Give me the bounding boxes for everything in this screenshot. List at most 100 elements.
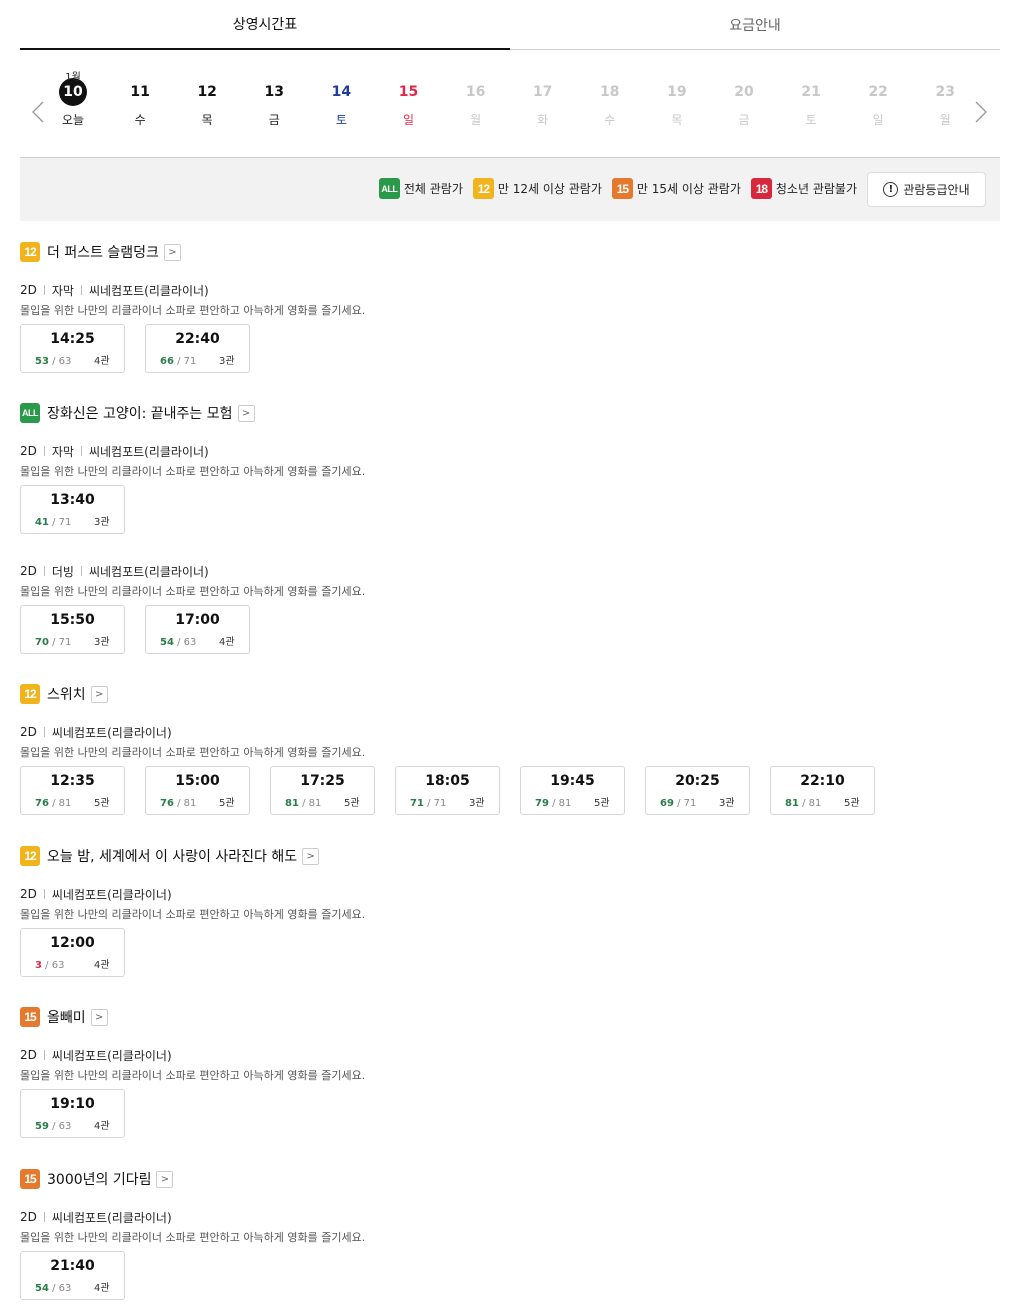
hall-label: 4관	[94, 356, 110, 367]
date-month	[120, 50, 160, 78]
date-item[interactable]: 14 토	[321, 50, 361, 128]
showtime-button[interactable]: 17:25 81 / 81 5관	[270, 766, 375, 815]
date-month	[657, 50, 697, 78]
hall-label: 3관	[719, 798, 735, 809]
prev-dates-button[interactable]	[30, 100, 46, 124]
next-dates-button[interactable]	[973, 100, 989, 124]
showtime-list: 19:10 59 / 63 4관	[20, 1089, 125, 1138]
format-divider	[80, 446, 82, 456]
format-tag: 2D	[20, 283, 37, 297]
hall-label: 5관	[594, 798, 610, 809]
movie-section: 12 스위치 >2D 씨네컴포트(리클라이너) 몰입을 위한 나만의 리클라이너 소파로…	[20, 683, 1000, 815]
screening-description: 몰입을 위한 나만의 리클라이너 소파로 편안하고 아늑하게 영화를 즐기세요.	[20, 1069, 366, 1082]
showtime-button[interactable]: 17:00 54 / 63 4관	[145, 605, 250, 654]
date-item[interactable]: 13 금	[254, 50, 294, 128]
format-tag: 2D	[20, 887, 37, 901]
date-item[interactable]: 12 목	[187, 50, 227, 128]
movie-detail-button[interactable]: >	[302, 847, 320, 865]
hall-label: 3관	[94, 517, 110, 528]
screening-description: 몰입을 위한 나만의 리클라이너 소파로 편안하고 아늑하게 영화를 즐기세요.	[20, 304, 366, 317]
seat-count: 81 / 81	[285, 798, 321, 809]
movie-detail-button[interactable]: >	[90, 1008, 108, 1026]
date-number: 19	[667, 84, 687, 100]
legend-label: 청소년 관람불가	[775, 182, 857, 196]
rating-guide-button[interactable]: ! 관람등급안내	[867, 172, 986, 207]
seat-count: 69 / 71	[660, 798, 696, 809]
date-number: 20	[734, 84, 754, 100]
chevron-left-icon	[32, 101, 44, 123]
showtime-button[interactable]: 12:00 3 / 63 4관	[20, 928, 125, 977]
showtime-list: 15:50 70 / 71 3관 17:00 54 / 63 4관	[20, 605, 250, 654]
format-tag: 씨네컴포트(리클라이너)	[88, 564, 209, 579]
date-item[interactable]: 1월10 오늘	[53, 50, 93, 128]
seats-remaining: 76	[160, 798, 174, 809]
showtime-button[interactable]: 19:45 79 / 81 5관	[520, 766, 625, 815]
seats-separator: /	[48, 356, 59, 367]
seats-total: 63	[51, 960, 65, 971]
format-tag: 자막	[51, 283, 74, 298]
date-number: 23	[935, 84, 956, 100]
date-weekday: 월	[470, 113, 482, 127]
movie-detail-button[interactable]: >	[237, 404, 255, 422]
movie-detail-button[interactable]: >	[90, 685, 108, 703]
showtime-button[interactable]: 19:10 59 / 63 4관	[20, 1089, 125, 1138]
seats-total: 71	[58, 517, 72, 528]
date-item: 19 목	[657, 50, 697, 128]
movie-detail-button[interactable]: >	[163, 243, 181, 261]
showtime-button[interactable]: 22:40 66 / 71 3관	[145, 324, 250, 373]
showtime-time: 12:35	[50, 773, 95, 789]
info-icon: !	[883, 182, 899, 197]
seats-separator: /	[48, 1121, 59, 1132]
rating-r12-icon: 12	[472, 178, 494, 199]
showtime-button[interactable]: 13:40 41 / 71 3관	[20, 485, 125, 534]
rating-r18-icon: 18	[750, 178, 772, 199]
showtime-time: 13:40	[50, 492, 95, 508]
showtime-time: 20:25	[675, 773, 720, 789]
screening-description: 몰입을 위한 나만의 리클라이너 소파로 편안하고 아늑하게 영화를 즐기세요.	[20, 465, 366, 478]
movie-title: 15 3000년의 기다림 >	[20, 1168, 1000, 1190]
date-item: 17 화	[523, 50, 563, 128]
hall-label: 3관	[219, 356, 235, 367]
date-weekday: 토	[335, 113, 347, 127]
format-tag: 자막	[51, 444, 74, 459]
date-item[interactable]: 11 수	[120, 50, 160, 128]
tab-pricing[interactable]: 요금안내	[510, 0, 1000, 49]
screening-format: 2D 더빙 씨네컴포트(리클라이너)	[20, 563, 209, 579]
seat-count: 59 / 63	[35, 1121, 71, 1132]
showtime-button[interactable]: 22:10 81 / 81 5관	[770, 766, 875, 815]
format-divider	[80, 285, 82, 295]
seat-count: 76 / 81	[35, 798, 71, 809]
seat-count: 53 / 63	[35, 356, 71, 367]
screening-description: 몰입을 위한 나만의 리클라이너 소파로 편안하고 아늑하게 영화를 즐기세요.	[20, 585, 366, 598]
showtime-button[interactable]: 15:50 70 / 71 3관	[20, 605, 125, 654]
seat-count: 41 / 71	[35, 517, 71, 528]
showtime-button[interactable]: 15:00 76 / 81 5관	[145, 766, 250, 815]
movie-name: 오늘 밤, 세계에서 이 사랑이 사라진다 해도	[47, 849, 298, 865]
date-number: 22	[868, 84, 888, 100]
hall-label: 5관	[94, 798, 110, 809]
movie-name: 올빼미	[47, 1010, 86, 1026]
seats-separator: /	[41, 960, 52, 971]
tab-showtimes[interactable]: 상영시간표	[20, 0, 510, 50]
date-month	[456, 50, 496, 78]
movie-detail-button[interactable]: >	[156, 1170, 174, 1188]
date-month	[858, 50, 898, 78]
seats-remaining: 69	[660, 798, 674, 809]
showtime-button[interactable]: 12:35 76 / 81 5관	[20, 766, 125, 815]
seats-remaining: 70	[35, 637, 49, 648]
showtime-time: 15:00	[175, 773, 220, 789]
date-item[interactable]: 15 일	[389, 50, 429, 128]
showtime-button[interactable]: 14:25 53 / 63 4관	[20, 324, 125, 373]
showtime-button[interactable]: 20:25 69 / 71 3관	[645, 766, 750, 815]
date-weekday: 수	[134, 113, 146, 127]
showtime-button[interactable]: 18:05 71 / 71 3관	[395, 766, 500, 815]
showtime-list: 21:40 54 / 63 4관	[20, 1251, 125, 1300]
seat-count: 54 / 63	[35, 1283, 71, 1294]
date-weekday: 금	[738, 113, 750, 127]
movie-title: 12 오늘 밤, 세계에서 이 사랑이 사라진다 해도 >	[20, 845, 1000, 867]
showtime-button[interactable]: 21:40 54 / 63 4관	[20, 1251, 125, 1300]
format-tag: 2D	[20, 564, 37, 578]
date-weekday: 일	[872, 113, 884, 127]
date-month	[389, 50, 429, 78]
seats-remaining: 66	[160, 356, 174, 367]
